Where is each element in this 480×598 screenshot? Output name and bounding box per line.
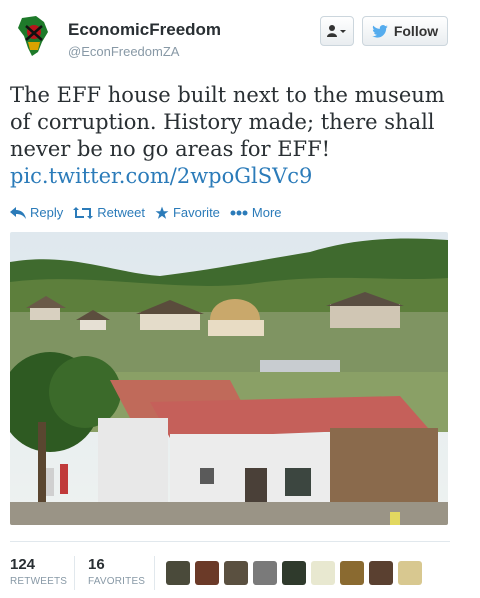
favoriter-avatar-1[interactable]	[166, 561, 190, 585]
more-label: More	[251, 205, 282, 220]
favoriter-avatar-3[interactable]	[224, 561, 248, 585]
reply-icon	[10, 206, 26, 219]
favoriter-avatar-8[interactable]	[369, 561, 393, 585]
retweet-label: Retweet	[97, 205, 145, 220]
reply-label: Reply	[30, 205, 64, 220]
profile-avatar[interactable]	[10, 12, 58, 60]
user-dropdown-icon	[327, 25, 346, 37]
retweet-icon	[73, 206, 94, 219]
user-actions-button[interactable]	[320, 16, 354, 46]
user-handle[interactable]: @EconFreedomZA	[68, 44, 179, 59]
tweet-text: The EFF house built next to the museum o…	[10, 83, 445, 161]
tweet-photo[interactable]	[10, 232, 448, 525]
favorites-stat[interactable]: 16 FAVORITES	[88, 556, 145, 587]
retweet-button[interactable]: Retweet	[73, 205, 145, 220]
favorite-label: Favorite	[172, 205, 220, 220]
tweet-actions: Reply Retweet Favorite More	[10, 205, 292, 220]
favoriter-avatar-5[interactable]	[282, 561, 306, 585]
favorites-count: 16	[88, 556, 105, 573]
twitter-bird-icon	[372, 24, 388, 38]
more-button[interactable]: More	[230, 205, 282, 220]
follow-label: Follow	[393, 23, 439, 39]
tweet-text-block: The EFF house built next to the museum o…	[10, 82, 450, 190]
reply-button[interactable]: Reply	[10, 205, 63, 220]
favoriter-avatar-4[interactable]	[253, 561, 277, 585]
stats-divider	[10, 541, 450, 542]
favoriter-avatar-9[interactable]	[398, 561, 422, 585]
user-name[interactable]: EconomicFreedom	[68, 20, 221, 40]
star-icon	[155, 206, 169, 219]
follow-button[interactable]: Follow	[362, 16, 448, 46]
favoriter-avatar-2[interactable]	[195, 561, 219, 585]
stat-separator	[74, 556, 75, 590]
favoriter-avatar-6[interactable]	[311, 561, 335, 585]
favorites-label: FAVORITES	[88, 576, 146, 587]
favorite-button[interactable]: Favorite	[155, 205, 220, 220]
retweets-stat[interactable]: 124 RETWEETS	[10, 556, 67, 587]
retweets-label: RETWEETS	[10, 576, 68, 587]
more-dots-icon	[230, 210, 248, 215]
retweets-count: 124	[10, 556, 36, 573]
tweet-media-link[interactable]: pic.twitter.com/2wpoGlSVc9	[10, 163, 450, 190]
stat-separator	[154, 556, 155, 590]
favoriter-avatar-7[interactable]	[340, 561, 364, 585]
favoriters-list	[166, 561, 422, 585]
